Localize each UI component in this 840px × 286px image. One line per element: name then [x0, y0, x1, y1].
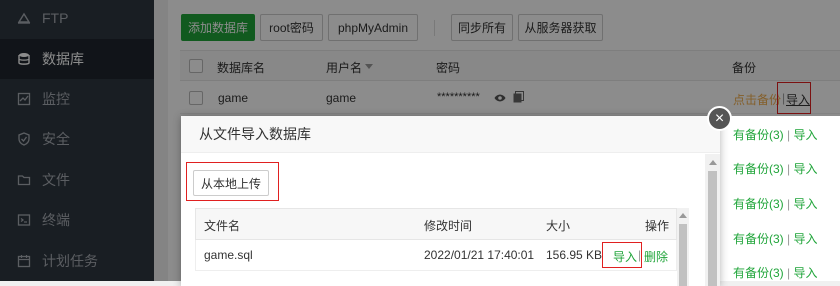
import-link[interactable]: 导入 [793, 162, 817, 176]
header-size: 大小 [546, 219, 571, 233]
file-table-header: 文件名 修改时间 大小 操作 [195, 208, 677, 240]
backup-column-overlay: 有备份(3) | 导入 有备份(3) | 导入 有备份(3) | 导入 有备份(… [720, 116, 840, 281]
import-link[interactable]: 导入 [793, 266, 817, 280]
scroll-up-icon[interactable] [709, 160, 717, 165]
backup-status[interactable]: 有备份(3) [733, 162, 784, 176]
separator: | [787, 266, 791, 280]
separator: | [787, 197, 791, 211]
file-size: 156.95 KB [546, 248, 603, 262]
backup-status-row: 有备份(3) | 导入 [733, 126, 833, 143]
delete-file-link[interactable]: 删除 [644, 248, 668, 265]
scroll-up-icon[interactable] [679, 213, 687, 218]
backup-status-row: 有备份(3) | 导入 [733, 160, 833, 177]
backup-status-row: 有备份(3) | 导入 [733, 264, 833, 281]
close-icon[interactable]: × [707, 106, 732, 131]
header-file-name: 文件名 [204, 219, 241, 233]
separator: | [787, 128, 791, 142]
scroll-thumb[interactable] [679, 224, 687, 286]
backup-status-row: 有备份(3) | 导入 [733, 230, 833, 247]
highlight-box [186, 162, 279, 201]
separator: | [787, 232, 791, 246]
file-name: game.sql [204, 248, 253, 262]
backup-status[interactable]: 有备份(3) [733, 266, 784, 280]
backup-status-row: 有备份(3) | 导入 [733, 195, 833, 212]
backup-status[interactable]: 有备份(3) [733, 232, 784, 246]
backup-status[interactable]: 有备份(3) [733, 197, 784, 211]
highlight-box [602, 242, 642, 268]
scroll-thumb[interactable] [708, 171, 717, 286]
import-link[interactable]: 导入 [793, 197, 817, 211]
file-table-scrollbar[interactable] [677, 208, 689, 286]
header-action: 操作 [645, 219, 670, 233]
separator: | [787, 162, 791, 176]
import-link[interactable]: 导入 [793, 232, 817, 246]
import-db-modal: 从文件导入数据库 从本地上传 文件名 修改时间 大小 操作 game.sql 2… [181, 116, 720, 286]
file-modified-time: 2022/01/21 17:40:01 [424, 248, 535, 262]
modal-title: 从文件导入数据库 [181, 116, 720, 153]
header-modified-time: 修改时间 [424, 219, 473, 233]
import-link[interactable]: 导入 [793, 128, 817, 142]
modal-scrollbar[interactable] [705, 154, 720, 286]
backup-status[interactable]: 有备份(3) [733, 128, 784, 142]
